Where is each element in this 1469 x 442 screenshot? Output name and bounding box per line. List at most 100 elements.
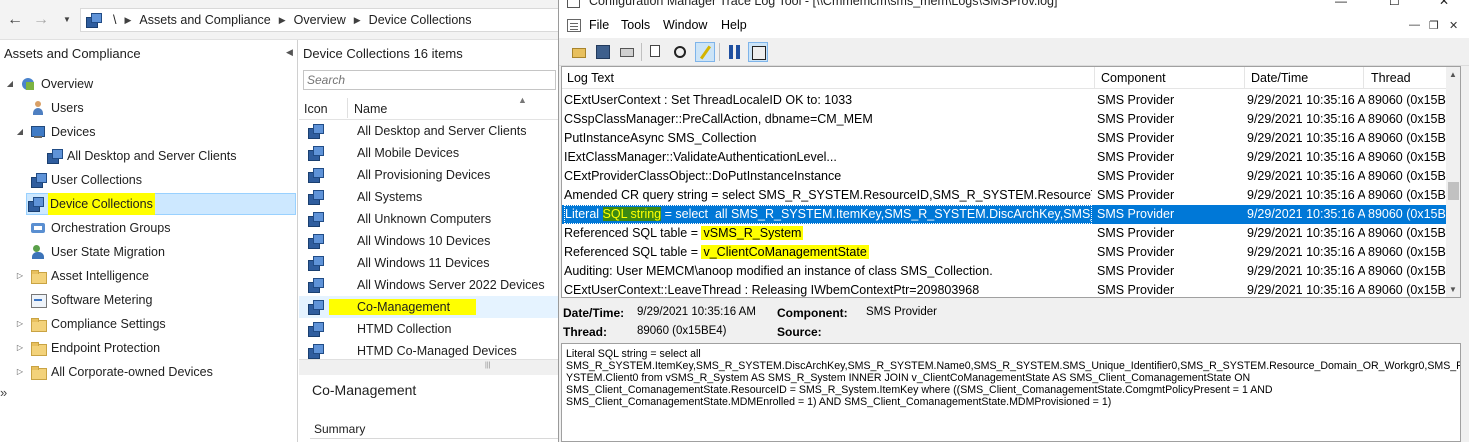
mdi-minimize-icon[interactable]: — [1409,19,1420,31]
pause-button[interactable] [725,42,745,62]
tree-item[interactable]: ◢ Overview [4,73,93,95]
collapse-arrow-icon[interactable]: ◢ [14,121,26,143]
history-dropdown-icon[interactable]: ▼ [58,11,76,29]
breadcrumb-device-collections[interactable]: Device Collections [369,13,472,27]
find-button[interactable] [671,42,691,62]
message-text-box[interactable]: Literal SQL string = select all SMS_R_SYS… [561,343,1461,442]
scroll-down-icon[interactable]: ▼ [1449,285,1457,294]
list-item[interactable]: All Unknown Computers [299,208,558,230]
maximize-icon[interactable]: ☐ [1389,0,1400,8]
tree-item[interactable]: ▷ Endpoint Protection [14,337,160,359]
tree-item[interactable]: All Desktop and Server Clients [30,145,237,167]
list-item[interactable]: All Systems [299,186,558,208]
log-row[interactable]: CSspClassManager::PreCallAction, dbname=… [562,110,1446,129]
close-icon[interactable]: ✕ [1439,0,1449,8]
expand-arrow-icon[interactable]: ▷ [14,337,26,359]
breadcrumb-assets[interactable]: Assets and Compliance [139,13,270,27]
copy-button[interactable] [647,42,667,62]
list-item[interactable]: All Provisioning Devices [299,164,558,186]
menu-file[interactable]: File [589,18,609,32]
details-splitter[interactable] [299,371,558,375]
mdi-close-icon[interactable]: ✕ [1449,19,1458,32]
breadcrumb-separator-icon[interactable]: ▶ [279,15,286,26]
column-divider[interactable] [347,98,348,118]
tree-item[interactable]: Users [14,97,84,119]
breadcrumb-root[interactable]: \ [113,13,116,27]
tree-item[interactable]: Device Collections [26,193,296,215]
tree-item[interactable]: Orchestration Groups [14,217,171,239]
list-item[interactable]: All Windows 10 Devices [299,230,558,252]
breadcrumb-separator-icon[interactable]: ▶ [354,15,361,26]
collection-name: All Provisioning Devices [357,168,491,182]
back-arrow-icon[interactable]: ← [6,11,24,29]
menu-tools[interactable]: Tools [621,18,650,32]
collapse-pane-icon[interactable]: ◀ [286,47,293,58]
log-row[interactable]: Auditing: User MEMCM\anoop modified an i… [562,262,1446,281]
print-button[interactable] [617,42,637,62]
log-row[interactable]: Literal SQL string = select all SMS_R_SY… [562,205,1446,224]
log-grid[interactable]: Log Text Component Date/Time Thread CExt… [561,66,1461,298]
highlight-button[interactable] [695,42,715,62]
tree-item[interactable]: ◢ Devices [14,121,96,143]
list-item[interactable]: All Windows Server 2022 Devices [299,274,558,296]
log-text-prefix: Literal [565,207,603,221]
open-button[interactable] [569,42,589,62]
expand-edge-icon[interactable]: » [0,385,7,400]
document-icon[interactable] [567,19,581,32]
horizontal-scrollbar[interactable]: ||| [299,359,558,371]
log-row[interactable]: PutInstanceAsync SMS_Collection SMS Provi… [562,129,1446,148]
column-divider[interactable] [1363,67,1364,89]
highlighted-text: v_ClientCoManagementState [701,245,869,259]
column-divider[interactable] [1094,67,1095,89]
breadcrumb-separator-icon[interactable]: ▶ [124,15,131,26]
details-pane-button[interactable] [748,42,768,62]
column-divider[interactable] [1244,67,1245,89]
collapse-arrow-icon[interactable]: ◢ [4,73,16,95]
scroll-thumb[interactable] [1448,182,1459,200]
log-row[interactable]: Referenced SQL table = v_ClientCoManagem… [562,243,1446,262]
column-component[interactable]: Component [1101,71,1166,85]
column-header-name[interactable]: Name [354,102,387,116]
column-header-icon[interactable]: Icon [304,102,328,116]
list-item[interactable]: All Mobile Devices [299,142,558,164]
forward-arrow-icon[interactable]: → [32,11,50,29]
tree-item[interactable]: ▷ Compliance Settings [14,313,166,335]
search-input[interactable] [303,70,556,90]
tree-item[interactable]: ▷ All Corporate-owned Devices [14,361,213,383]
vertical-scrollbar[interactable]: ▲ ▼ [1446,67,1460,297]
menu-window[interactable]: Window [663,18,707,32]
component-cell: SMS Provider [1097,226,1175,240]
column-thread[interactable]: Thread [1371,71,1411,85]
open-remote-button[interactable] [593,42,613,62]
component-cell: SMS Provider [1097,283,1175,297]
log-row[interactable]: CExtProviderClassObject::DoPutInstanceIn… [562,167,1446,186]
mdi-restore-icon[interactable]: ❐ [1429,19,1439,32]
thread-cell: 89060 (0x15BE4) [1368,131,1446,145]
scroll-grip-icon[interactable]: ||| [485,362,501,369]
tree-item[interactable]: ▷ Asset Intelligence [14,265,149,287]
log-row[interactable]: Referenced SQL table = vSMS_R_System SMS … [562,224,1446,243]
expand-arrow-icon[interactable]: ▷ [14,313,26,335]
menu-help[interactable]: Help [721,18,747,32]
column-log-text[interactable]: Log Text [567,71,614,85]
log-row[interactable]: IExtClassManager::ValidateAuthentication… [562,148,1446,167]
breadcrumb-overview[interactable]: Overview [294,13,346,27]
tree-item[interactable]: User Collections [14,169,142,191]
list-item[interactable]: All Windows 11 Devices [299,252,558,274]
summary-tab[interactable]: Summary [314,422,365,436]
log-row[interactable]: CExtUserContext : Set ThreadLocaleID OK … [562,91,1446,110]
log-row[interactable]: Amended CR query string = select SMS_R_S… [562,186,1446,205]
log-row[interactable]: CExtUserContext::LeaveThread : Releasing… [562,281,1446,297]
expand-arrow-icon[interactable]: ▷ [14,265,26,287]
expand-arrow-icon[interactable]: ▷ [14,361,26,383]
breadcrumb[interactable]: \ ▶ Assets and Compliance ▶ Overview ▶ D… [80,8,558,32]
message-line: YSTEM.Client0 from vSMS_R_System AS SMS_… [566,372,1251,384]
column-datetime[interactable]: Date/Time [1251,71,1308,85]
minimize-icon[interactable]: — [1335,0,1347,8]
scroll-up-icon[interactable]: ▲ [1449,70,1457,79]
list-item[interactable]: Co-Management [299,296,558,318]
list-item[interactable]: HTMD Collection [299,318,558,340]
tree-item[interactable]: User State Migration [14,241,165,263]
list-item[interactable]: All Desktop and Server Clients [299,120,558,142]
tree-item[interactable]: Software Metering [14,289,152,311]
